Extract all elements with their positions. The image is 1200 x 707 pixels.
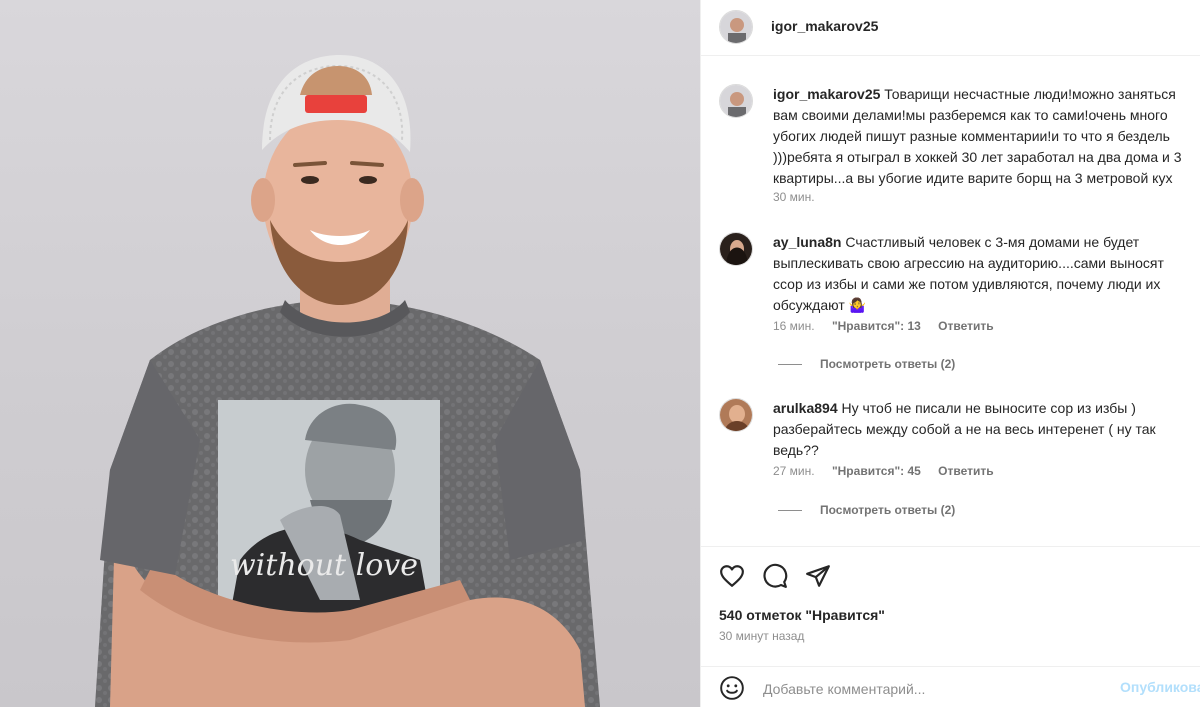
shirt-print-text: without love [230,548,418,583]
comment-time[interactable]: 30 мин. [773,190,815,204]
comment-body: arulka894 Ну чтоб не писали не выносите … [773,398,1193,461]
comments-list[interactable]: igor_makarov25 Товарищи несчастные люди!… [701,56,1200,546]
reply-button[interactable]: Ответить [938,464,993,478]
heart-icon[interactable] [719,563,745,589]
comment-meta: 27 мин. "Нравится": 45 Ответить [773,464,1008,478]
heart-icon-glyph [720,565,744,587]
paper-plane-icon[interactable] [805,563,831,589]
likes-count[interactable]: 540 отметок "Нравится" [719,607,885,623]
comment-bubble-icon-glyph [763,563,788,588]
comment-text-line: Товарищи несчастные люди!можно заняться [884,86,1176,102]
comment-avatar-image [720,399,752,431]
comment-avatar-image [720,85,752,117]
author-username[interactable]: igor_makarov25 [771,18,878,34]
post-side-panel: igor_makarov25 igor_makarov25 Товарищи н… [700,0,1200,707]
comment-likes[interactable]: "Нравится": 13 [832,319,921,333]
post-header: igor_makarov25 [701,0,1200,56]
view-replies-line [778,510,802,512]
publish-button[interactable]: Опубликовать [1120,679,1200,695]
view-replies-button[interactable]: Посмотреть ответы (2) [778,503,955,517]
smiley-icon[interactable] [719,675,745,701]
comment-username[interactable]: ay_luna8n [773,234,841,250]
author-avatar-image [720,11,752,43]
author-avatar[interactable] [719,10,753,44]
comment-body: igor_makarov25 Товарищи несчастные люди!… [773,84,1200,189]
comment-avatar[interactable] [719,232,753,266]
comment-text-line: квартиры...а вы убогие идите варите борщ… [773,170,1173,186]
comment-body: ay_luna8n Счастливый человек с 3-мя дома… [773,232,1193,316]
comment-time[interactable]: 27 мин. [773,464,815,478]
comment-avatar[interactable] [719,84,753,118]
view-replies-label: Посмотреть ответы (2) [820,503,956,517]
comment-time[interactable]: 16 мин. [773,319,815,333]
paper-plane-icon-glyph [806,565,830,587]
smiley-icon-glyph [720,676,744,700]
view-replies-line [778,364,802,366]
comment-avatar-image [720,233,752,265]
comment-meta: 30 мин. [773,190,829,204]
comment-text-line: вам своими делами!мы разберемся как то с… [773,107,1168,123]
post-timestamp[interactable]: 30 минут назад [719,629,804,643]
comment-text-line: )))ребята я отыграл в хоккей 30 лет зара… [773,149,1182,165]
post-actions: 540 отметок "Нравится" 30 минут назад [701,546,1200,666]
add-comment-bar: Опубликовать [701,666,1200,707]
comment-likes[interactable]: "Нравится": 45 [832,464,921,478]
comment-bubble-icon[interactable] [762,563,788,589]
reply-button[interactable]: Ответить [938,319,993,333]
view-replies-label: Посмотреть ответы (2) [820,357,956,371]
comment-username[interactable]: arulka894 [773,400,838,416]
comment-text-line: убогих людей пишут разные комментарии!и … [773,128,1170,144]
post-photo-illustration: without love [95,55,600,707]
comment-input[interactable] [761,675,1105,703]
comment-username[interactable]: igor_makarov25 [773,86,880,102]
comment-avatar[interactable] [719,398,753,432]
post-photo[interactable]: without love [0,0,700,707]
comment-meta: 16 мин. "Нравится": 13 Ответить [773,319,1008,333]
view-replies-button[interactable]: Посмотреть ответы (2) [778,357,955,371]
